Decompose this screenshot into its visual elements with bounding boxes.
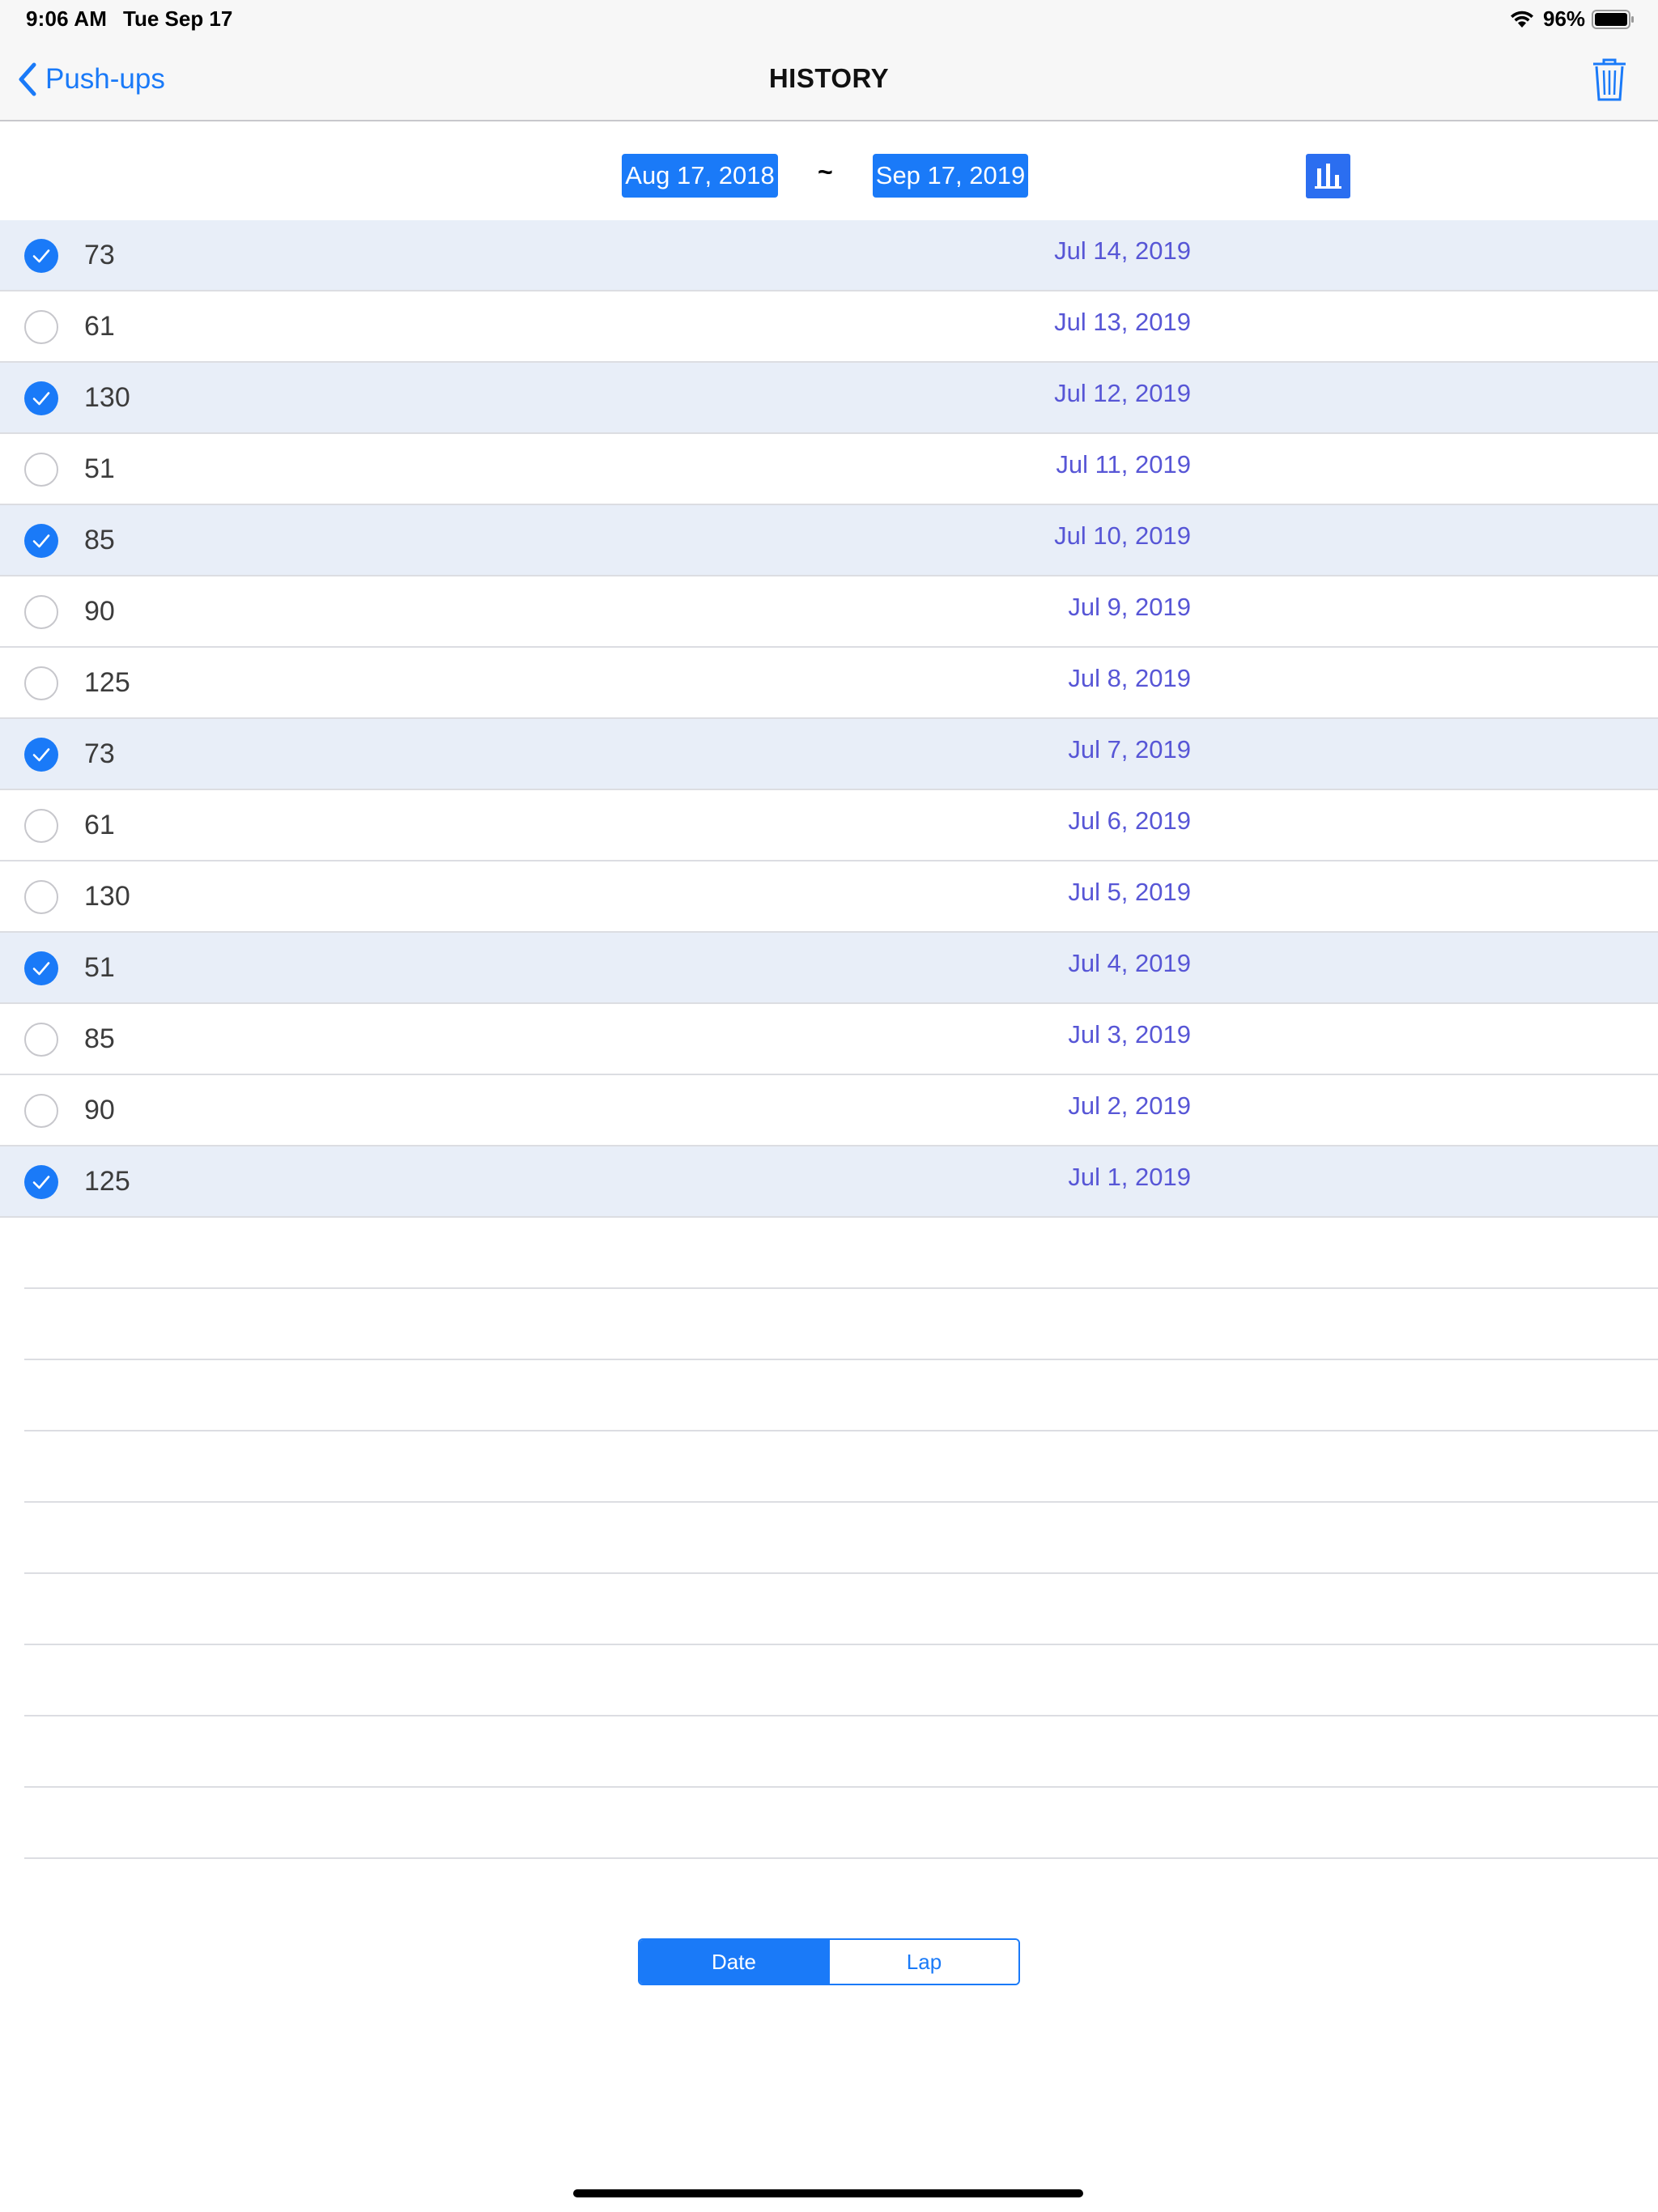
chart-button[interactable] [1306,154,1350,198]
row-checkbox[interactable] [24,738,58,772]
checkmark-icon [32,1176,50,1189]
checkmark-icon [32,962,50,976]
segment-date[interactable]: Date [640,1940,828,1984]
row-date: Jul 11, 2019 [1056,450,1191,479]
row-count: 130 [84,881,130,912]
end-date-button[interactable]: Sep 17, 2019 [873,154,1028,198]
empty-row [24,1574,1658,1645]
date-range-separator: ~ [818,157,833,186]
status-time: 9:06 AM [26,6,108,31]
bar-chart-icon [1315,164,1341,189]
row-checkbox[interactable] [24,666,58,700]
history-row[interactable]: 73 Jul 14, 2019 [0,220,1658,291]
wifi-icon [1511,11,1533,28]
history-row[interactable]: 51 Jul 11, 2019 [0,434,1658,505]
row-checkbox[interactable] [24,809,58,843]
row-date: Jul 4, 2019 [1068,949,1191,977]
row-checkbox[interactable] [24,524,58,558]
row-date: Jul 10, 2019 [1054,521,1191,550]
checkmark-icon [32,392,50,406]
row-count: 61 [84,810,115,840]
empty-row [24,1716,1658,1788]
row-checkbox[interactable] [24,1094,58,1128]
empty-row [24,1218,1658,1289]
row-count: 61 [84,311,115,342]
history-row[interactable]: 125 Jul 1, 2019 [0,1146,1658,1218]
row-date: Jul 5, 2019 [1068,878,1191,906]
row-date: Jul 3, 2019 [1068,1020,1191,1049]
empty-row [24,1431,1658,1503]
sort-segmented-control: Date Lap [638,1938,1020,1985]
history-row[interactable]: 130 Jul 5, 2019 [0,861,1658,933]
row-checkbox[interactable] [24,1023,58,1057]
history-row[interactable]: 61 Jul 6, 2019 [0,790,1658,861]
empty-row [24,1289,1658,1360]
row-count: 73 [84,738,115,769]
home-indicator [573,2189,1083,2197]
history-row[interactable]: 85 Jul 3, 2019 [0,1004,1658,1075]
row-date: Jul 1, 2019 [1068,1163,1191,1191]
history-screen: 9:06 AM Tue Sep 17 96% Push-ups HISTORY [0,0,1658,2212]
row-date: Jul 2, 2019 [1068,1091,1191,1120]
row-count: 51 [84,952,115,983]
row-checkbox[interactable] [24,239,58,273]
history-row[interactable]: 125 Jul 8, 2019 [0,648,1658,719]
row-checkbox[interactable] [24,880,58,914]
row-date: Jul 13, 2019 [1054,308,1191,336]
history-row[interactable]: 61 Jul 13, 2019 [0,291,1658,363]
history-row[interactable]: 51 Jul 4, 2019 [0,933,1658,1004]
empty-row [24,1503,1658,1574]
row-date: Jul 14, 2019 [1054,236,1191,265]
row-checkbox[interactable] [24,381,58,415]
row-checkbox[interactable] [24,951,58,985]
row-checkbox[interactable] [24,310,58,344]
start-date-button[interactable]: Aug 17, 2018 [622,154,778,198]
empty-row [24,1360,1658,1431]
row-date: Jul 6, 2019 [1068,806,1191,835]
row-date: Jul 8, 2019 [1068,664,1191,692]
date-range-bar: Aug 17, 2018 ~ Sep 17, 2019 [0,121,1658,220]
row-count: 130 [84,382,130,413]
row-date: Jul 9, 2019 [1068,593,1191,621]
row-count: 85 [84,1023,115,1054]
status-bar: 9:06 AM Tue Sep 17 96% [0,0,1658,39]
trash-icon[interactable] [1592,57,1627,102]
row-count: 85 [84,525,115,555]
segment-lap[interactable]: Lap [828,1940,1018,1984]
status-date: Tue Sep 17 [123,6,233,31]
history-row[interactable]: 90 Jul 2, 2019 [0,1075,1658,1146]
row-checkbox[interactable] [24,453,58,487]
battery-percent: 96% [1543,6,1586,31]
checkmark-icon [32,534,50,548]
row-date: Jul 12, 2019 [1054,379,1191,407]
row-date: Jul 7, 2019 [1068,735,1191,764]
row-count: 125 [84,667,130,698]
history-row[interactable]: 73 Jul 7, 2019 [0,719,1658,790]
row-count: 90 [84,596,115,627]
row-checkbox[interactable] [24,595,58,629]
history-list: 73 Jul 14, 2019 61 Jul 13, 2019 130 Jul 12, 2… [0,220,1658,1218]
row-checkbox[interactable] [24,1165,58,1199]
battery-icon [1592,10,1634,29]
row-count: 51 [84,453,115,484]
page-title: HISTORY [768,63,890,93]
checkmark-icon [32,249,50,263]
row-count: 73 [84,240,115,270]
checkmark-icon [32,748,50,762]
empty-list-area [24,1218,1658,1859]
history-row[interactable]: 85 Jul 10, 2019 [0,505,1658,576]
navigation-bar: Push-ups HISTORY [0,39,1658,121]
row-count: 90 [84,1095,115,1125]
history-row[interactable]: 130 Jul 12, 2019 [0,363,1658,434]
row-count: 125 [84,1166,130,1197]
history-row[interactable]: 90 Jul 9, 2019 [0,576,1658,648]
empty-row [24,1645,1658,1716]
empty-row [24,1788,1658,1859]
